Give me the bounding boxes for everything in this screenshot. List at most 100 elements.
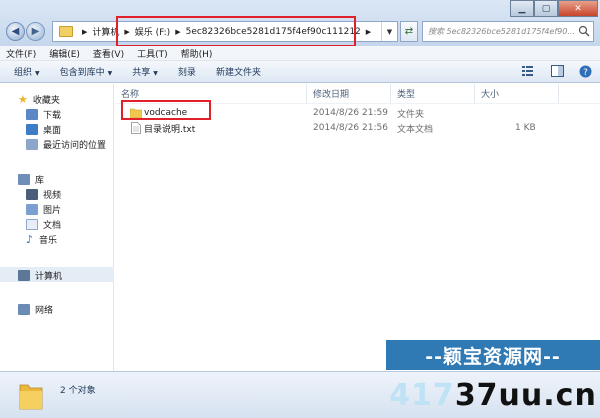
svg-text:?: ? [583, 68, 588, 78]
watermark-url-part2: 37uu.cn [454, 377, 597, 413]
nav-pictures[interactable]: 图片 [26, 203, 61, 216]
text-file-icon [131, 122, 141, 137]
search-placeholder: 搜索 5ec82326bce5281d175f4ef90... [428, 27, 575, 36]
refresh-button[interactable]: ⇄ [400, 21, 418, 42]
nav-favorites-label: 收藏夹 [32, 96, 60, 106]
address-bar[interactable]: ▶ 计算机 ▶ 娱乐 (F:) ▶ 5ec82326bce5281d175f4e… [52, 21, 398, 42]
organize-button[interactable]: 组织 ▼ [14, 65, 40, 78]
video-icon [26, 189, 38, 200]
chevron-right-icon: ▶ [124, 27, 130, 36]
nav-music-label: 音乐 [39, 236, 58, 246]
file-modified: 2014/8/26 21:56 [313, 123, 388, 133]
new-folder-button[interactable]: 新建文件夹 [216, 65, 261, 78]
chevron-down-icon: ▼ [35, 70, 40, 77]
file-size: 1 KB [515, 123, 536, 133]
column-header-size[interactable]: 大小 [475, 84, 559, 103]
chevron-down-icon: ▼ [107, 70, 113, 77]
file-name: 目录说明.txt [144, 124, 196, 135]
folder-icon [59, 26, 73, 37]
include-in-library-button[interactable]: 包含到库中 ▼ [60, 65, 113, 78]
forward-button[interactable]: ▶ [26, 22, 45, 41]
status-object-count: 2 个对象 [60, 386, 96, 396]
chevron-right-icon: ▶ [365, 27, 372, 36]
view-controls: ? [522, 64, 592, 78]
burn-button[interactable]: 刻录 [178, 65, 196, 78]
nav-network[interactable]: 网络 [18, 303, 53, 316]
search-input[interactable]: 搜索 5ec82326bce5281d175f4ef90... [422, 21, 594, 42]
library-icon [18, 174, 30, 185]
chevron-down-icon: ▼ [153, 70, 158, 77]
nav-documents[interactable]: 文档 [26, 218, 61, 231]
nav-documents-label: 文档 [43, 221, 62, 231]
pictures-icon [26, 204, 38, 215]
nav-recent[interactable]: 最近访问的位置 [26, 138, 106, 151]
close-button[interactable]: ✕ [558, 0, 598, 17]
nav-desktop[interactable]: 桌面 [26, 123, 61, 136]
nav-libraries[interactable]: 库 [18, 173, 44, 186]
breadcrumb-drive[interactable]: 娱乐 (F:) [135, 25, 170, 38]
recent-places-icon [26, 139, 38, 150]
menu-edit[interactable]: 编辑(E) [49, 47, 80, 60]
share-label: 共享 [132, 68, 151, 78]
star-icon: ★ [18, 93, 28, 106]
nav-favorites[interactable]: ★ 收藏夹 [18, 93, 60, 106]
view-options-icon[interactable] [522, 64, 536, 78]
chevron-right-icon: ▶ [82, 27, 88, 36]
nav-pictures-label: 图片 [43, 206, 62, 216]
chevron-down-icon[interactable]: ▼ [381, 22, 397, 41]
organize-label: 组织 [14, 68, 33, 78]
watermark-banner: --颖宝资源网-- [386, 340, 600, 370]
computer-icon [18, 270, 30, 281]
header-divider [115, 103, 600, 104]
nav-recent-label: 最近访问的位置 [43, 141, 107, 151]
title-bar: ▁ ▢ ✕ ◀ ▶ ▶ 计算机 ▶ 娱乐 (F:) ▶ 5ec82326bce5… [0, 0, 600, 46]
menu-tools[interactable]: 工具(T) [137, 47, 168, 60]
menu-bar: 文件(F) 编辑(E) 查看(V) 工具(T) 帮助(H) [0, 46, 600, 61]
help-icon[interactable]: ? [578, 64, 592, 78]
network-icon [18, 304, 30, 315]
music-icon: ♪ [26, 233, 34, 246]
documents-icon [26, 219, 38, 230]
folder-icon [19, 384, 43, 410]
file-modified: 2014/8/26 21:59 [313, 108, 388, 118]
breadcrumb-folder[interactable]: 5ec82326bce5281d175f4ef90c111212 [186, 27, 361, 37]
menu-file[interactable]: 文件(F) [6, 47, 36, 60]
table-row[interactable]: 目录说明.txt 2014/8/26 21:56 文本文档 1 KB [115, 121, 600, 135]
menu-help[interactable]: 帮助(H) [181, 47, 213, 60]
download-icon [26, 109, 38, 120]
nav-computer[interactable]: 计算机 [18, 269, 62, 282]
file-type: 文本文档 [397, 124, 434, 135]
arrow-right-icon: ▶ [31, 26, 40, 37]
file-type: 文件夹 [397, 109, 425, 120]
nav-desktop-label: 桌面 [43, 126, 62, 136]
nav-libraries-label: 库 [35, 176, 45, 186]
preview-pane-icon[interactable] [550, 64, 564, 78]
arrow-left-icon: ◀ [11, 26, 20, 37]
column-header-type[interactable]: 类型 [391, 84, 475, 103]
search-icon [578, 25, 590, 37]
chevron-right-icon: ▶ [175, 27, 181, 36]
desktop-icon [26, 124, 38, 135]
watermark-url: 417 37uu.cn [386, 372, 600, 418]
nav-music[interactable]: ♪ 音乐 [26, 233, 57, 246]
breadcrumb-computer[interactable]: 计算机 [92, 25, 119, 38]
file-name: vodcache [144, 108, 188, 118]
watermark-url-part1: 417 [389, 377, 455, 413]
file-list: 名称 修改日期 类型 大小 vodcache 2014/8/26 21:59 文… [115, 84, 600, 371]
navigation-pane: ★ 收藏夹 下载 桌面 最近访问的位置 库 视频 图片 文档 ♪ 音乐 计算机 … [0, 84, 114, 371]
share-button[interactable]: 共享 ▼ [132, 65, 158, 78]
folder-icon [129, 107, 143, 121]
nav-downloads[interactable]: 下载 [26, 108, 61, 121]
nav-videos[interactable]: 视频 [26, 188, 61, 201]
table-row[interactable]: vodcache 2014/8/26 21:59 文件夹 [115, 106, 600, 120]
column-header-name[interactable]: 名称 [115, 84, 307, 103]
command-bar: 组织 ▼ 包含到库中 ▼ 共享 ▼ 刻录 新建文件夹 ? [0, 61, 600, 83]
back-button[interactable]: ◀ [6, 22, 25, 41]
nav-videos-label: 视频 [43, 191, 62, 201]
column-header-modified[interactable]: 修改日期 [307, 84, 391, 103]
include-label: 包含到库中 [59, 68, 105, 78]
menu-view[interactable]: 查看(V) [93, 47, 124, 60]
nav-computer-label: 计算机 [35, 272, 63, 282]
minimize-button[interactable]: ▁ [510, 0, 534, 17]
maximize-button[interactable]: ▢ [534, 0, 558, 17]
